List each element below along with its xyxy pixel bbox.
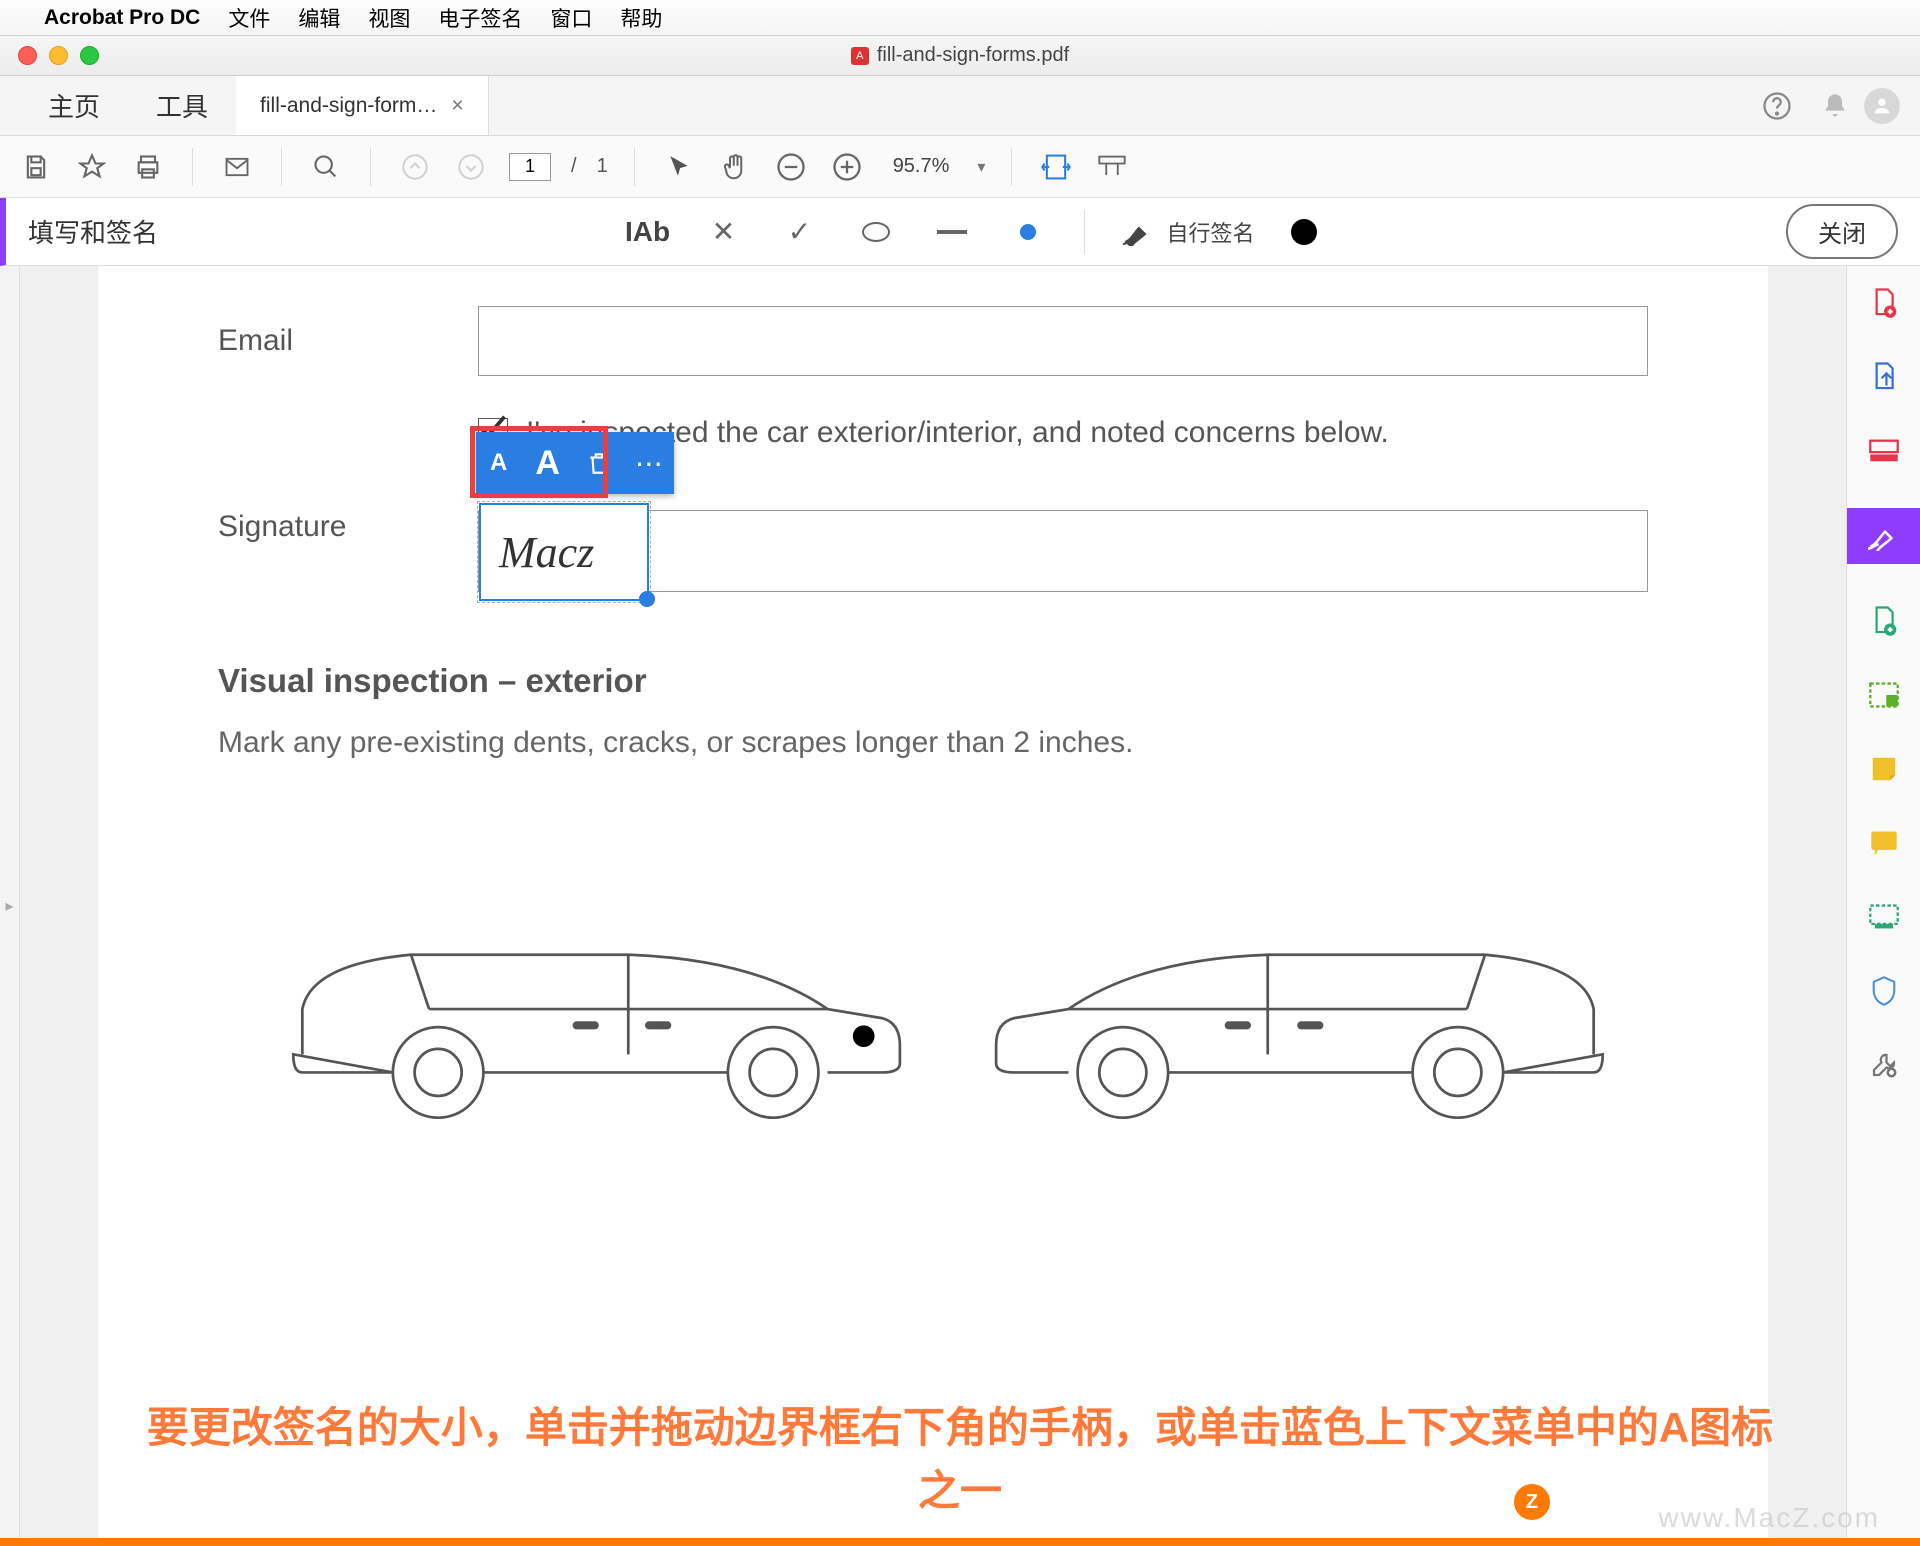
more-tools-icon[interactable]: [1867, 1048, 1901, 1082]
text-tool[interactable]: IAb: [628, 212, 668, 252]
signature-field[interactable]: Macz: [478, 510, 1648, 592]
watermark-text: www.MacZ.com: [1658, 1502, 1880, 1534]
edit-pdf-icon[interactable]: [1867, 434, 1901, 468]
protect-icon[interactable]: [1867, 974, 1901, 1008]
zoom-dropdown-icon[interactable]: ▾: [977, 157, 985, 177]
menu-edit[interactable]: 编辑: [298, 3, 340, 33]
filename-label: fill-and-sign-forms.pdf: [877, 44, 1069, 67]
x-mark-tool[interactable]: ✕: [704, 212, 744, 252]
create-pdf-icon[interactable]: [1867, 286, 1901, 320]
maximize-window-button[interactable]: [80, 46, 99, 65]
car-diagrams: [218, 860, 1648, 1140]
content-area: ▸ Email I've inspected the car exterior/…: [0, 266, 1920, 1546]
signature-selection-box[interactable]: Macz: [479, 503, 649, 601]
self-sign-label: 自行签名: [1167, 216, 1255, 248]
circle-tool[interactable]: [856, 212, 896, 252]
close-window-button[interactable]: [18, 46, 37, 65]
save-icon[interactable]: [18, 149, 54, 185]
page-up-icon[interactable]: [397, 149, 433, 185]
caption-line2: 之一: [40, 1459, 1880, 1522]
tools-tab[interactable]: 工具: [128, 76, 236, 135]
mail-icon[interactable]: [219, 149, 255, 185]
traffic-lights: [18, 46, 99, 65]
car-left-icon[interactable]: [248, 860, 918, 1140]
document-viewport[interactable]: Email I've inspected the car exterior/in…: [20, 266, 1846, 1546]
macos-menubar: Acrobat Pro DC 文件 编辑 视图 电子签名 窗口 帮助: [0, 0, 1920, 36]
minimize-window-button[interactable]: [49, 46, 68, 65]
page-separator: /: [571, 155, 577, 178]
resize-handle[interactable]: [639, 591, 655, 607]
fill-sign-tool-active[interactable]: [1847, 508, 1920, 564]
checkmark-tool[interactable]: ✓: [780, 212, 820, 252]
help-icon[interactable]: [1760, 89, 1794, 123]
signature-context-popup: A A ⋯: [476, 432, 674, 494]
z-logo-badge: Z: [1514, 1484, 1550, 1520]
home-tab[interactable]: 主页: [20, 76, 128, 135]
main-toolbar: / 1 95.7% ▾: [0, 136, 1920, 198]
search-icon[interactable]: [308, 149, 344, 185]
app-name[interactable]: Acrobat Pro DC: [44, 6, 200, 30]
close-fillsign-button[interactable]: 关闭: [1786, 204, 1898, 259]
section-heading: Visual inspection – exterior: [218, 662, 1648, 700]
signature-label: Signature: [218, 510, 478, 544]
account-avatar[interactable]: [1864, 88, 1900, 124]
line-tool[interactable]: [932, 212, 972, 252]
self-sign-button[interactable]: 自行签名: [1121, 216, 1255, 248]
zoom-in-icon[interactable]: [829, 149, 865, 185]
scan-icon[interactable]: [1867, 900, 1901, 934]
menu-help[interactable]: 帮助: [620, 3, 662, 33]
app-tabs-row: 主页 工具 fill-and-sign-form… ×: [0, 76, 1920, 136]
page-total-label: 1: [597, 155, 608, 178]
fit-width-icon[interactable]: [1038, 149, 1074, 185]
export-pdf-icon[interactable]: [1867, 360, 1901, 394]
document-tab[interactable]: fill-and-sign-form… ×: [236, 76, 489, 135]
close-tab-icon[interactable]: ×: [451, 94, 463, 118]
email-field[interactable]: [478, 306, 1648, 376]
window-titlebar: A fill-and-sign-forms.pdf: [0, 36, 1920, 76]
dot-tool[interactable]: [1008, 212, 1048, 252]
window-title-text: A fill-and-sign-forms.pdf: [851, 44, 1069, 67]
comment-icon[interactable]: [1867, 826, 1901, 860]
pdf-badge-icon: A: [851, 47, 869, 65]
select-tool-icon[interactable]: [661, 149, 697, 185]
print-icon[interactable]: [130, 149, 166, 185]
menu-window[interactable]: 窗口: [550, 3, 592, 33]
bottom-accent-bar: [0, 1538, 1920, 1546]
signature-value: Macz: [481, 505, 647, 600]
bell-icon[interactable]: [1818, 89, 1852, 123]
page-number-input[interactable]: [509, 153, 551, 181]
email-label: Email: [218, 324, 478, 358]
menu-view[interactable]: 视图: [368, 3, 410, 33]
dent-marker[interactable]: [853, 1025, 875, 1047]
more-options-icon[interactable]: ⋯: [624, 447, 674, 480]
zoom-out-icon[interactable]: [773, 149, 809, 185]
fill-sign-toolbar: 填写和签名 IAb ✕ ✓ 自行签名 关闭: [0, 198, 1920, 266]
compress-icon[interactable]: [1867, 678, 1901, 712]
pen-icon: [1121, 218, 1155, 246]
right-tool-panel: [1846, 266, 1920, 1546]
fill-sign-title: 填写和签名: [28, 213, 158, 250]
section-text: Mark any pre-existing dents, cracks, or …: [218, 726, 1648, 760]
pdf-page: Email I've inspected the car exterior/in…: [98, 266, 1768, 1546]
organize-pages-icon[interactable]: [1867, 604, 1901, 638]
menu-esign[interactable]: 电子签名: [438, 3, 522, 33]
car-right-icon[interactable]: [978, 860, 1648, 1140]
zoom-level-label[interactable]: 95.7%: [885, 155, 958, 178]
instruction-caption: 要更改签名的大小，单击并拖动边界框右下角的手柄，或单击蓝色上下文菜单中的A图标 …: [0, 1396, 1920, 1522]
highlight-box: [470, 426, 608, 498]
hand-tool-icon[interactable]: [717, 149, 753, 185]
menu-file[interactable]: 文件: [228, 3, 270, 33]
page-display-icon[interactable]: [1094, 149, 1130, 185]
left-panel-toggle[interactable]: ▸: [0, 266, 20, 1546]
page-down-icon[interactable]: [453, 149, 489, 185]
star-icon[interactable]: [74, 149, 110, 185]
document-tab-label: fill-and-sign-form…: [260, 94, 437, 118]
note-icon[interactable]: [1867, 752, 1901, 786]
color-picker-dot[interactable]: [1291, 219, 1317, 245]
caption-line1: 要更改签名的大小，单击并拖动边界框右下角的手柄，或单击蓝色上下文菜单中的A图标: [40, 1396, 1880, 1459]
